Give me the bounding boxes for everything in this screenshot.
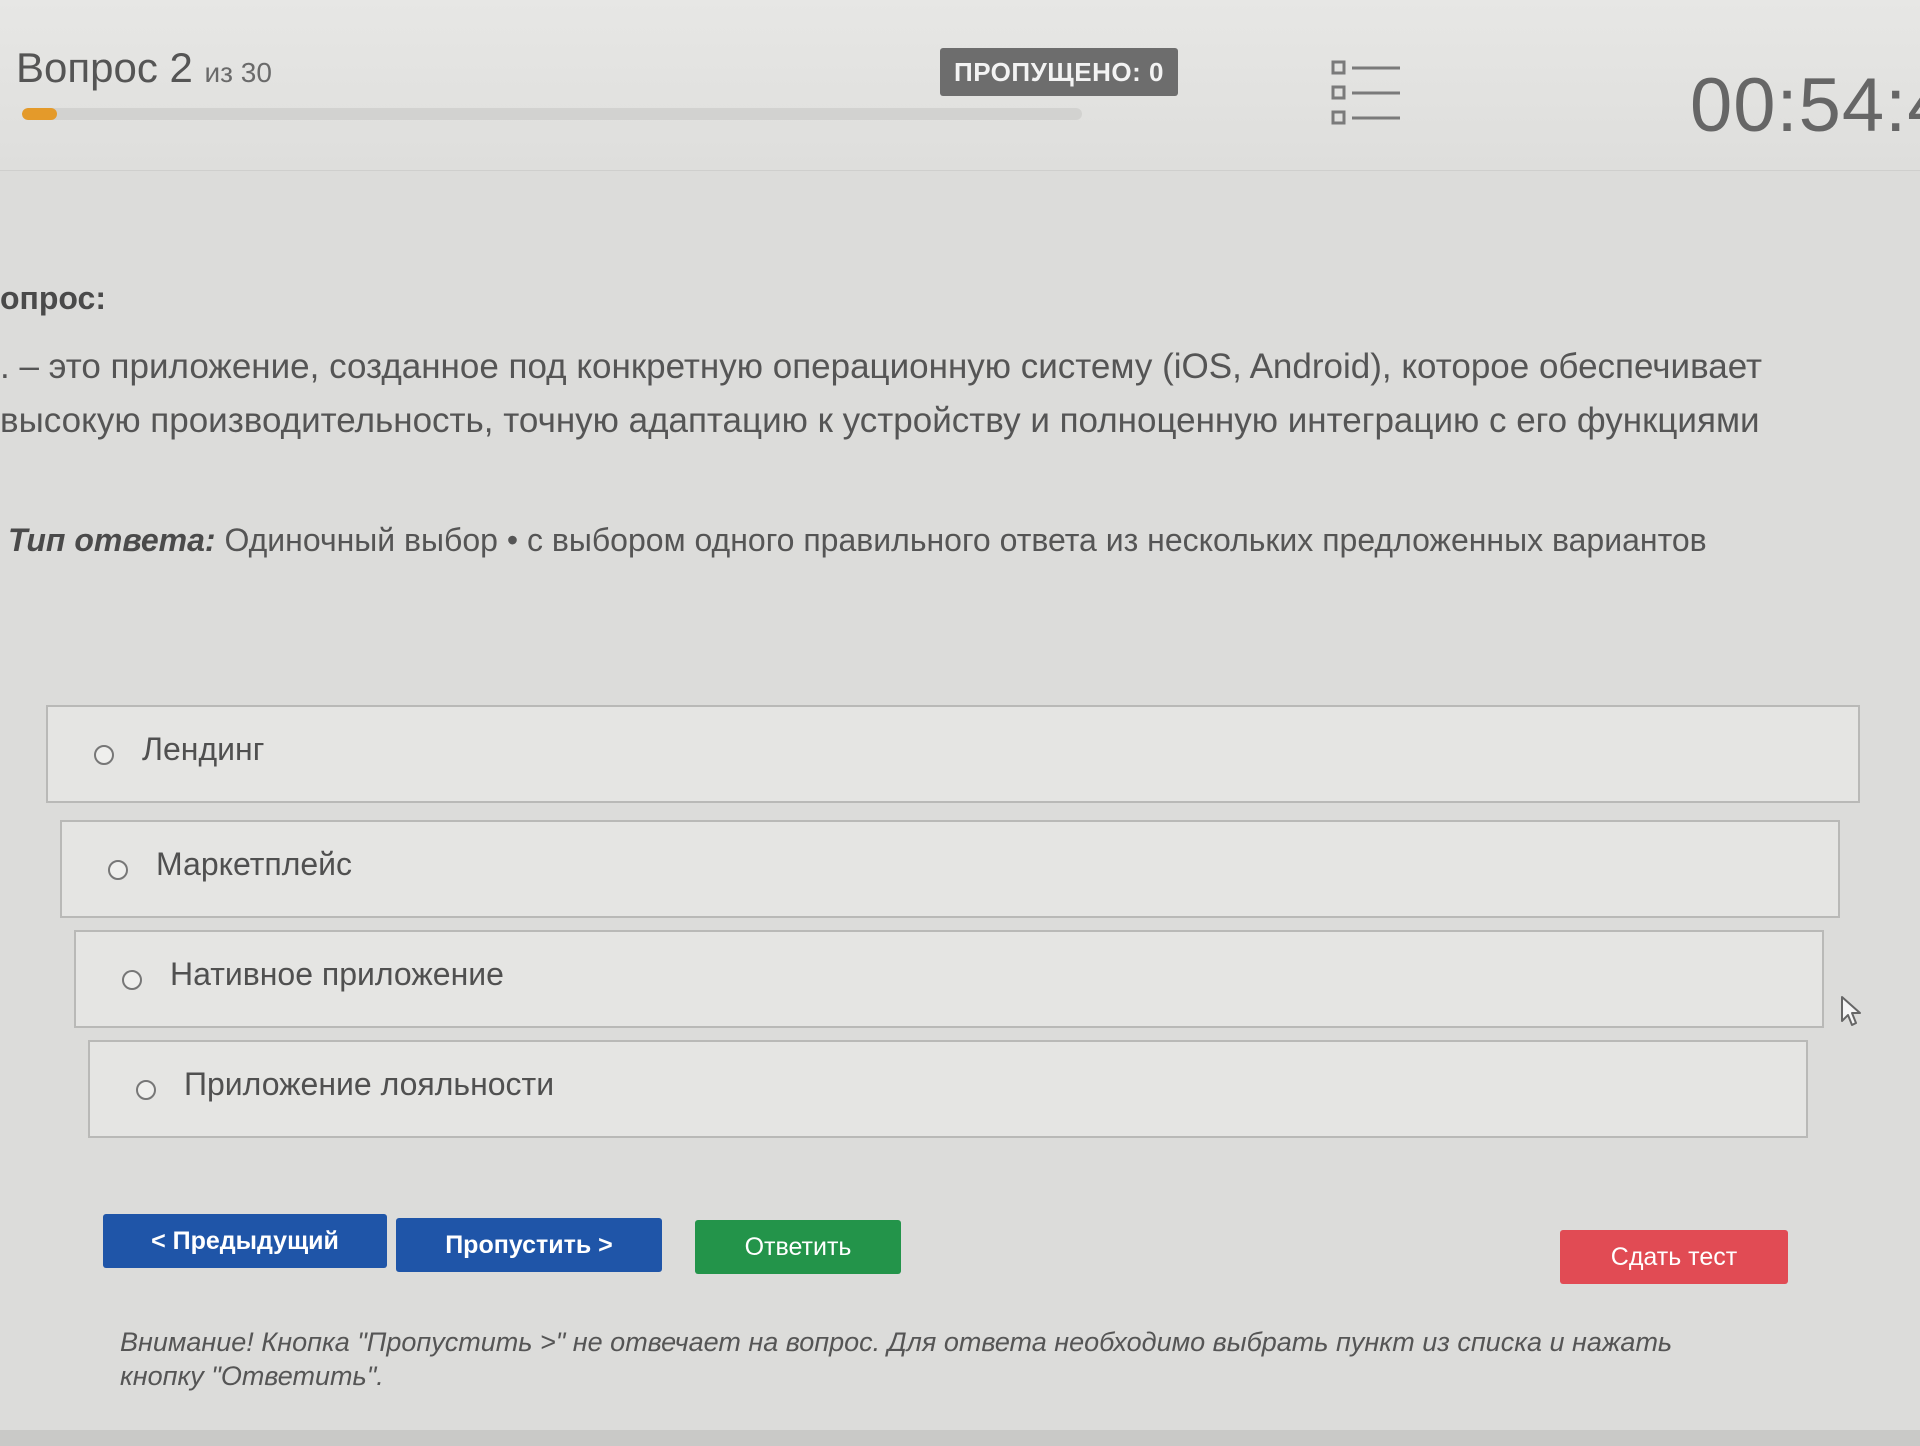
- question-number: Вопрос 2: [16, 44, 193, 91]
- mouse-cursor-icon: [1840, 995, 1864, 1029]
- question-text-line-2: высокую производительность, точную адапт…: [0, 401, 1760, 440]
- question-text-line-1: . – это приложение, созданное под конкре…: [0, 347, 1763, 386]
- progress-fill: [22, 108, 57, 120]
- question-label: опрос:: [0, 280, 106, 316]
- submit-test-button[interactable]: Сдать тест: [1560, 1230, 1788, 1284]
- bottom-edge: [0, 1430, 1920, 1446]
- warning-note: Внимание! Кнопка "Пропустить >" не отвеч…: [120, 1327, 1673, 1391]
- option-label: Маркетплейс: [156, 846, 353, 882]
- answer-type-value: Одиночный выбор • с выбором одного прави…: [224, 522, 1707, 558]
- answer-type: Тип ответа: Одиночный выбор • с выбором …: [8, 522, 1707, 559]
- timer: 00:54:44: [1690, 63, 1920, 148]
- option-label: Лендинг: [142, 731, 265, 767]
- question-list-icon[interactable]: [1330, 58, 1404, 128]
- radio-button[interactable]: [136, 1080, 156, 1100]
- answer-type-label: Тип ответа:: [8, 522, 216, 558]
- previous-button[interactable]: < Предыдущий: [103, 1214, 387, 1268]
- question-text: . – это приложение, созданное под конкре…: [0, 340, 1840, 448]
- top-bar: Вопрос 2 из 30 ПРОПУЩЕНО: 0 00:54:44: [0, 0, 1920, 171]
- progress-bar: [22, 108, 1082, 120]
- question-total: из 30: [204, 57, 272, 88]
- option-loyalty-app[interactable]: Приложение лояльности: [88, 1040, 1808, 1138]
- radio-button[interactable]: [122, 970, 142, 990]
- skip-button[interactable]: Пропустить >: [396, 1218, 662, 1272]
- option-landing[interactable]: Лендинг: [46, 705, 1860, 803]
- answer-button[interactable]: Ответить: [695, 1220, 901, 1274]
- radio-button[interactable]: [108, 860, 128, 880]
- question-counter: Вопрос 2 из 30: [16, 44, 272, 92]
- radio-button[interactable]: [94, 745, 114, 765]
- option-label: Нативное приложение: [170, 956, 504, 992]
- option-marketplace[interactable]: Маркетплейс: [60, 820, 1840, 918]
- option-label: Приложение лояльности: [184, 1066, 555, 1102]
- option-native-app[interactable]: Нативное приложение: [74, 930, 1824, 1028]
- skipped-badge[interactable]: ПРОПУЩЕНО: 0: [940, 48, 1178, 96]
